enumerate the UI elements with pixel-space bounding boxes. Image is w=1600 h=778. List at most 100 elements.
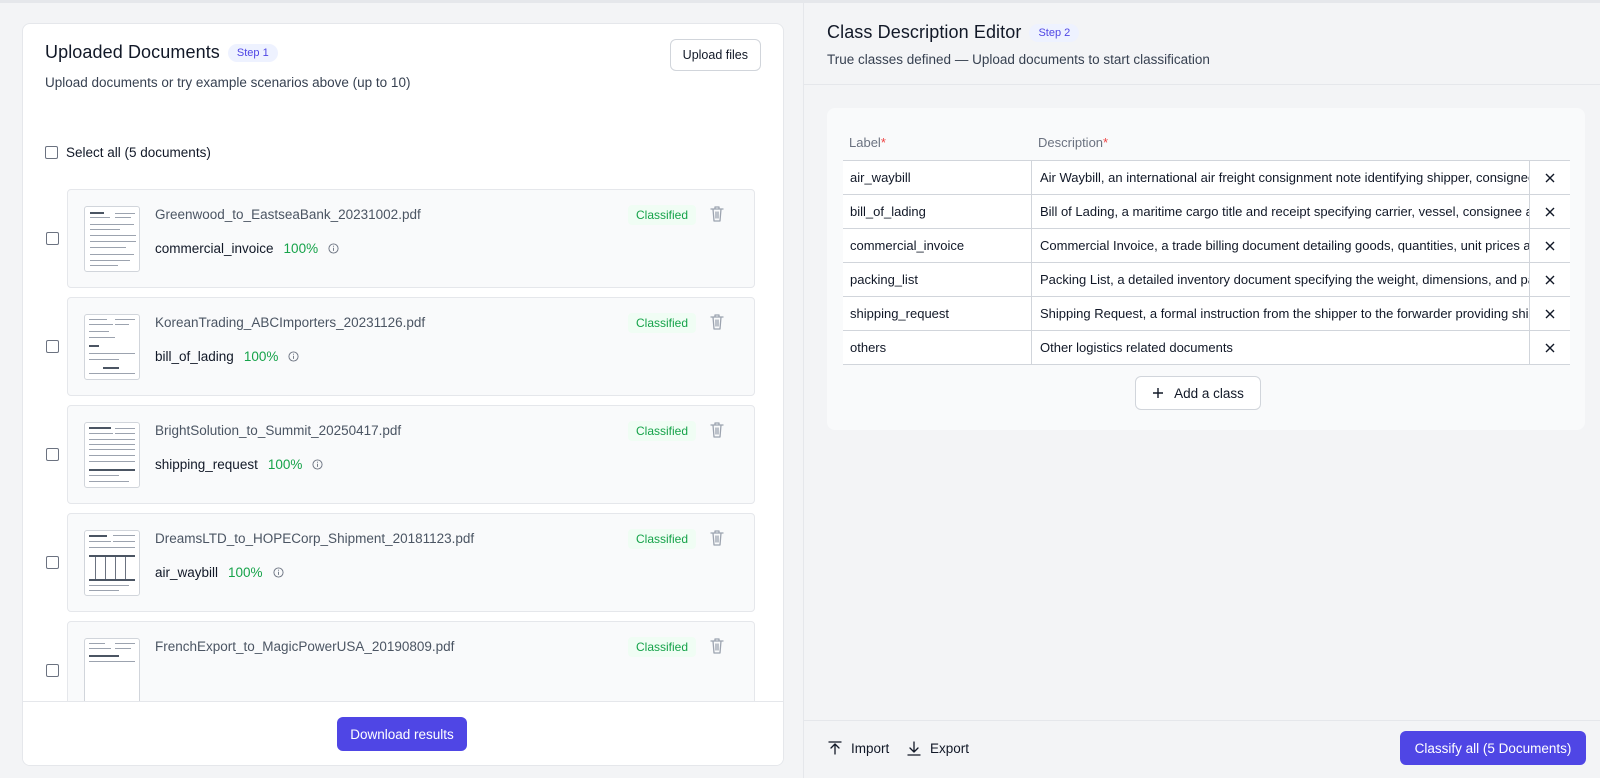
info-icon[interactable] (273, 567, 284, 578)
trash-icon[interactable] (708, 636, 726, 656)
close-icon (1545, 309, 1555, 318)
document-thumbnail (84, 422, 140, 488)
download-results-button[interactable]: Download results (337, 717, 467, 751)
classification-result: bill_of_lading 100% (155, 349, 299, 364)
close-icon (1545, 241, 1555, 250)
status-badge: Classified (628, 313, 697, 333)
list-item: BrightSolution_to_Summit_20250417.pdf Cl… (23, 405, 783, 504)
info-icon[interactable] (328, 243, 339, 254)
document-card[interactable]: BrightSolution_to_Summit_20250417.pdf Cl… (67, 405, 755, 504)
class-label-input[interactable]: packing_list (843, 263, 1032, 296)
close-icon (1545, 207, 1555, 216)
import-button[interactable]: Import (827, 740, 889, 757)
panel-subtitle: Upload documents or try example scenario… (45, 75, 411, 90)
predicted-class: shipping_request (155, 457, 258, 472)
document-thumbnail (84, 206, 140, 272)
export-button[interactable]: Export (906, 740, 969, 757)
close-icon (1545, 343, 1555, 352)
confidence-score: 100% (228, 565, 263, 580)
download-icon (907, 741, 921, 756)
predicted-class: bill_of_lading (155, 349, 234, 364)
status-badge: Classified (628, 205, 697, 225)
document-checkbox[interactable] (46, 448, 59, 461)
table-row: others Other logistics related documents (843, 331, 1570, 365)
document-filename: FrenchExport_to_MagicPowerUSA_20190809.p… (155, 639, 455, 654)
document-filename: KoreanTrading_ABCImporters_20231126.pdf (155, 315, 426, 330)
classification-result: shipping_request 100% (155, 457, 323, 472)
document-thumbnail (84, 314, 140, 380)
close-icon (1545, 275, 1555, 284)
trash-icon[interactable] (708, 528, 726, 548)
class-label-input[interactable]: commercial_invoice (843, 229, 1032, 262)
plus-icon (1153, 388, 1164, 398)
document-list[interactable]: Greenwood_to_EastseaBank_20231002.pdf Cl… (23, 189, 783, 701)
panel-title: Uploaded Documents (45, 42, 220, 62)
class-description-input[interactable]: Air Waybill, an international air freigh… (1032, 161, 1530, 194)
document-card[interactable]: KoreanTrading_ABCImporters_20231126.pdf … (67, 297, 755, 396)
panel-subtitle: True classes defined — Upload documents … (827, 52, 1210, 67)
class-label-input[interactable]: bill_of_lading (843, 195, 1032, 228)
label-column-header: Label* (849, 135, 886, 150)
class-label-input[interactable]: others (843, 331, 1032, 364)
remove-class-button[interactable] (1530, 263, 1570, 296)
remove-class-button[interactable] (1530, 161, 1570, 194)
document-checkbox[interactable] (46, 340, 59, 353)
list-item: FrenchExport_to_MagicPowerUSA_20190809.p… (23, 621, 783, 701)
trash-icon[interactable] (708, 420, 726, 440)
class-label-input[interactable]: shipping_request (843, 297, 1032, 330)
remove-class-button[interactable] (1530, 229, 1570, 262)
table-row: air_waybill Air Waybill, an internationa… (843, 161, 1570, 195)
class-description-input[interactable]: Shipping Request, a formal instruction f… (1032, 297, 1530, 330)
status-badge: Classified (628, 529, 697, 549)
remove-class-button[interactable] (1530, 331, 1570, 364)
select-all[interactable]: Select all (5 documents) (45, 145, 211, 160)
select-all-checkbox[interactable] (45, 146, 58, 159)
confidence-score: 100% (283, 241, 319, 256)
document-checkbox[interactable] (46, 232, 59, 245)
class-description-input[interactable]: Packing List, a detailed inventory docum… (1032, 263, 1530, 296)
class-description-input[interactable]: Commercial Invoice, a trade billing docu… (1032, 229, 1530, 262)
upload-files-button[interactable]: Upload files (669, 39, 761, 71)
class-editor-header: Class Description Editor Step 2 True cla… (804, 3, 1600, 85)
class-description-input[interactable]: Other logistics related documents (1032, 331, 1530, 364)
document-checkbox[interactable] (46, 556, 59, 569)
class-table: air_waybill Air Waybill, an internationa… (843, 160, 1570, 365)
table-row: bill_of_lading Bill of Lading, a maritim… (843, 195, 1570, 229)
document-card[interactable]: DreamsLTD_to_HOPECorp_Shipment_20181123.… (67, 513, 755, 612)
document-thumbnail (84, 638, 140, 701)
step-badge: Step 1 (227, 43, 278, 62)
confidence-score: 100% (243, 349, 279, 364)
list-item: Greenwood_to_EastseaBank_20231002.pdf Cl… (23, 189, 783, 288)
panel-title: Class Description Editor (827, 22, 1022, 42)
trash-icon[interactable] (708, 204, 726, 224)
classify-all-button[interactable]: Classify all (5 Documents) (1400, 731, 1586, 765)
table-row: commercial_invoice Commercial Invoice, a… (843, 229, 1570, 263)
info-icon[interactable] (312, 459, 323, 470)
document-checkbox[interactable] (46, 664, 59, 677)
remove-class-button[interactable] (1530, 297, 1570, 330)
classification-result: air_waybill 100% (155, 565, 284, 580)
left-panel-footer: Download results (23, 701, 783, 765)
export-label: Export (930, 741, 970, 756)
add-class-button[interactable]: Add a class (1135, 376, 1261, 410)
document-card[interactable]: Greenwood_to_EastseaBank_20231002.pdf Cl… (67, 189, 755, 288)
status-badge: Classified (628, 421, 697, 441)
info-icon[interactable] (288, 351, 299, 362)
class-editor-footer: Import Export Classify all (5 Documents) (804, 720, 1600, 778)
close-icon (1545, 173, 1555, 182)
import-label: Import (851, 741, 890, 756)
class-description-input[interactable]: Bill of Lading, a maritime cargo title a… (1032, 195, 1530, 228)
class-editor-card: Label* Description* air_waybill Air Wayb… (827, 108, 1585, 430)
list-item: DreamsLTD_to_HOPECorp_Shipment_20181123.… (23, 513, 783, 612)
document-card[interactable]: FrenchExport_to_MagicPowerUSA_20190809.p… (67, 621, 755, 701)
remove-class-button[interactable] (1530, 195, 1570, 228)
predicted-class: air_waybill (155, 565, 219, 580)
class-label-input[interactable]: air_waybill (843, 161, 1032, 194)
document-thumbnail (84, 530, 140, 596)
document-filename: DreamsLTD_to_HOPECorp_Shipment_20181123.… (155, 531, 475, 546)
document-filename: Greenwood_to_EastseaBank_20231002.pdf (155, 207, 421, 222)
document-filename: BrightSolution_to_Summit_20250417.pdf (155, 423, 402, 438)
trash-icon[interactable] (708, 312, 726, 332)
status-badge: Classified (628, 637, 697, 657)
add-class-label: Add a class (1174, 385, 1244, 401)
